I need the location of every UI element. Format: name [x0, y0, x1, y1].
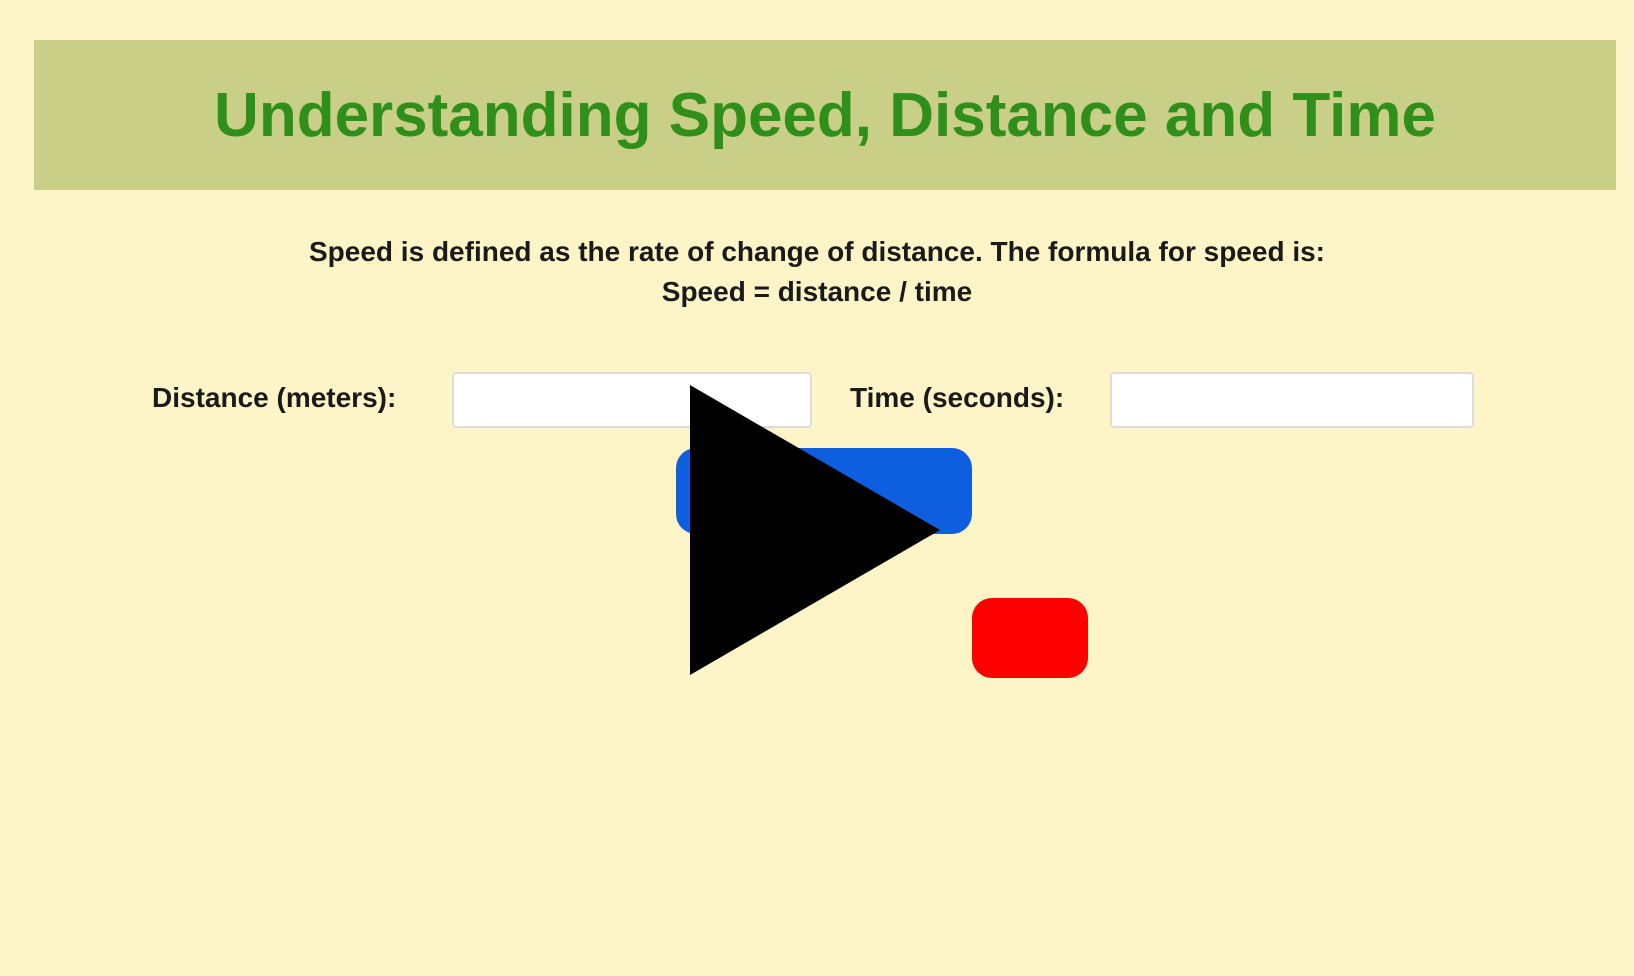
intro-formula: Speed = distance / time	[661, 276, 973, 307]
intro-line-1: Speed is defined as the rate of change o…	[309, 236, 1325, 267]
play-icon[interactable]	[690, 385, 940, 675]
intro-text: Speed is defined as the rate of change o…	[0, 232, 1634, 312]
page-title: Understanding Speed, Distance and Time	[214, 80, 1436, 150]
stop-button[interactable]	[972, 598, 1088, 678]
time-input[interactable]	[1110, 372, 1474, 428]
title-banner: Understanding Speed, Distance and Time	[34, 40, 1616, 190]
distance-label: Distance (meters):	[152, 382, 397, 413]
